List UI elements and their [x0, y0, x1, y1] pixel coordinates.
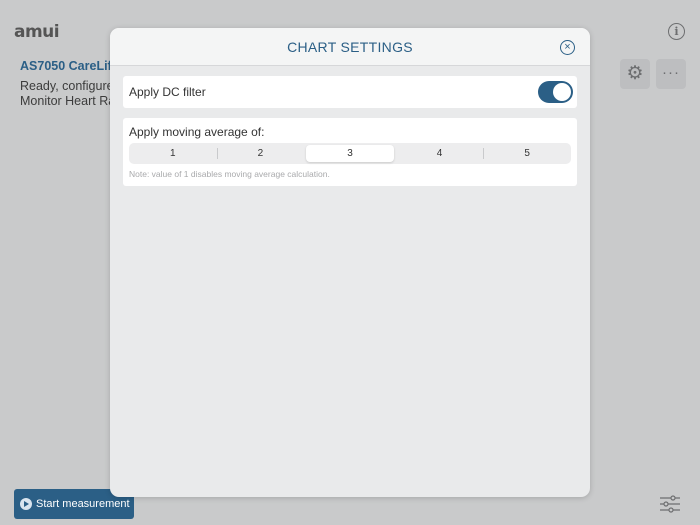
info-icon[interactable]: i	[668, 23, 685, 40]
moving-average-label: Apply moving average of:	[129, 125, 265, 139]
start-measurement-label: Start measurement	[36, 498, 130, 510]
chart-settings-modal: CHART SETTINGS × Apply DC filter Apply m…	[110, 28, 590, 497]
sliders-icon[interactable]	[660, 495, 680, 513]
modal-header: CHART SETTINGS ×	[110, 28, 590, 66]
segment-option-1[interactable]: 1	[129, 143, 217, 164]
segment-option-3[interactable]: 3	[306, 145, 394, 162]
toggle-knob	[553, 83, 571, 101]
modal-title: CHART SETTINGS	[287, 39, 413, 55]
device-title: AS7050 CareLife	[20, 59, 119, 73]
moving-average-note: Note: value of 1 disables moving average…	[129, 169, 330, 179]
moving-average-segmented-control: 1 2 3 4 5	[129, 143, 571, 164]
segment-option-2[interactable]: 2	[216, 143, 305, 164]
close-icon[interactable]: ×	[560, 40, 575, 55]
dc-filter-label: Apply DC filter	[129, 85, 206, 99]
more-icon[interactable]: ···	[656, 59, 686, 89]
amui-logo: amui	[14, 22, 60, 42]
moving-average-row: Apply moving average of: 1 2 3 4 5 Note:…	[123, 118, 577, 186]
segment-option-5[interactable]: 5	[483, 143, 571, 164]
status-line-1: Ready, configured	[20, 79, 121, 93]
segment-option-4[interactable]: 4	[396, 143, 484, 164]
play-icon	[20, 498, 32, 510]
dc-filter-toggle[interactable]	[538, 81, 573, 103]
dc-filter-row: Apply DC filter	[123, 76, 577, 108]
status-line-2: Monitor Heart Rat	[20, 94, 119, 108]
gear-icon[interactable]: ⚙	[620, 59, 650, 89]
